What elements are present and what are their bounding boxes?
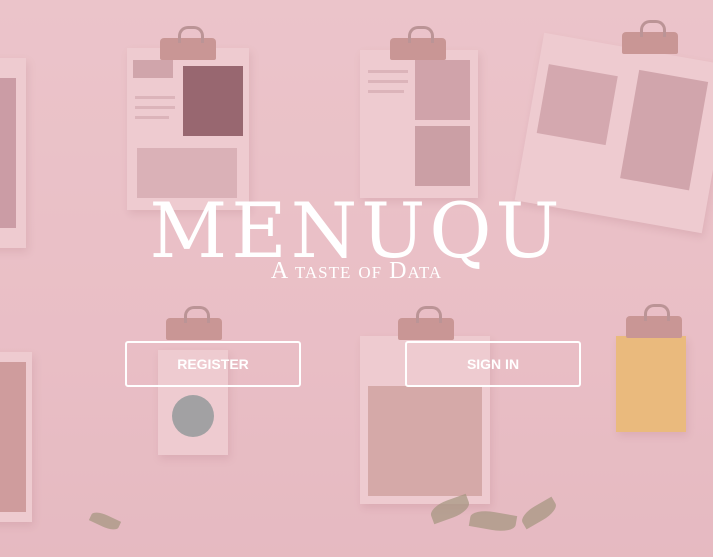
tagline: A taste of Data [270,258,443,284]
register-button[interactable]: REGISTER [125,341,301,387]
sign-in-button[interactable]: SIGN IN [405,341,581,387]
hero-section: MENUQU A taste of Data REGISTER SIGN IN [0,0,713,557]
